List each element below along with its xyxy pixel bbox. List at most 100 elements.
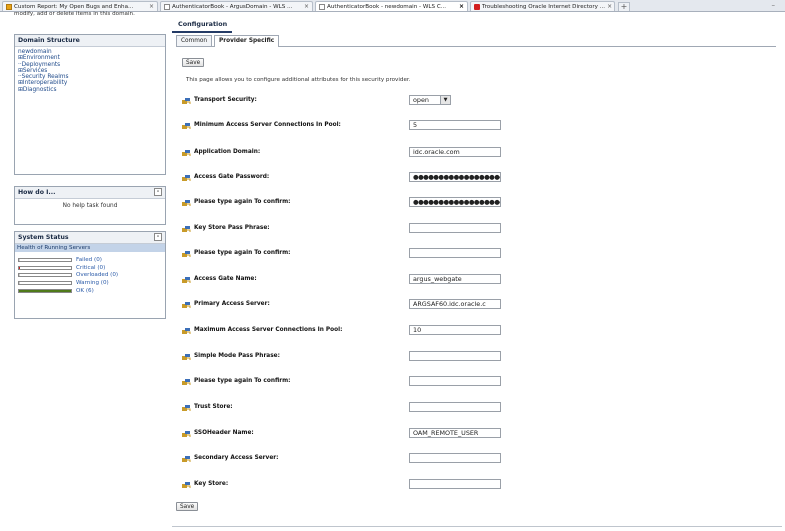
text-field[interactable] <box>409 402 501 412</box>
field-info-icon <box>182 123 191 129</box>
text-field[interactable]: 5 <box>409 120 501 130</box>
oracle-icon <box>474 3 480 10</box>
password-field[interactable]: ●●●●●●●●●●●●●●●●●● <box>409 197 501 207</box>
field-row: SSOHeader Name: OAM_REMOTE_USER <box>182 428 782 439</box>
save-button-bottom[interactable]: Save <box>176 502 199 511</box>
help-task-text: No help task found <box>62 203 118 209</box>
field-info-icon <box>182 175 191 181</box>
text-field[interactable] <box>409 376 501 386</box>
field-row: Transport Security: open ▼ <box>182 95 782 106</box>
field-info-icon <box>182 379 191 385</box>
text-field[interactable] <box>409 223 501 233</box>
select-value: open <box>413 96 429 104</box>
health-of-running-servers: Health of Running Servers <box>15 244 165 252</box>
browser-tab-troubleshooting[interactable]: Troubleshooting Oracle Internet Director… <box>470 1 615 11</box>
chevron-down-icon[interactable]: ▼ <box>440 96 450 104</box>
field-label: Transport Security: <box>194 97 257 103</box>
domain-structure-title: Domain Structure <box>15 35 165 47</box>
field-info-icon <box>182 200 191 206</box>
text-field[interactable]: argus_webgate <box>409 274 501 284</box>
browser-tab-label: Custom Report: My Open Bugs and Enha... <box>14 3 134 10</box>
browser-tab-argusdomain[interactable]: AuthenticatorBook - ArgusDomain - WLS ..… <box>160 1 313 11</box>
tab-common[interactable]: Common <box>176 35 213 46</box>
status-label[interactable]: Critical (0) <box>76 265 105 271</box>
page-icon <box>6 3 12 10</box>
how-do-i-title-text: How do I... <box>18 189 56 196</box>
close-tab-icon[interactable]: × <box>304 3 309 10</box>
status-bar-fill <box>19 282 20 285</box>
field-info-icon <box>182 456 191 462</box>
collapse-icon[interactable]: - <box>154 188 162 196</box>
save-button-top[interactable]: Save <box>182 58 205 67</box>
status-bar-fill <box>19 290 71 293</box>
field-label: Key Store Pass Phrase: <box>194 225 270 231</box>
status-label[interactable]: OK (6) <box>76 288 94 294</box>
status-bar-fill <box>19 266 20 269</box>
field-info-icon <box>182 431 191 437</box>
field-info-icon <box>182 328 191 334</box>
domain-tree: newdomain ⊞Environment ··Deployments ⊞Se… <box>15 47 165 95</box>
field-label: Access Gate Password: <box>194 174 270 180</box>
provider-tabs: Common Provider Specific <box>176 34 776 47</box>
text-field[interactable] <box>409 248 501 258</box>
status-bar <box>18 289 72 294</box>
status-label[interactable]: Overloaded (0) <box>76 272 118 278</box>
field-label: Access Gate Name: <box>194 276 257 282</box>
status-bar <box>18 265 72 270</box>
collapse-icon[interactable]: - <box>154 233 162 241</box>
text-field[interactable] <box>409 351 501 361</box>
field-info-icon <box>182 354 191 360</box>
tab-provider-specific[interactable]: Provider Specific <box>214 35 280 47</box>
domain-structure-panel: Domain Structure newdomain ⊞Environment … <box>14 34 166 175</box>
system-status-panel: System Status - Health of Running Server… <box>14 231 166 319</box>
close-tab-icon[interactable]: × <box>149 3 154 10</box>
field-info-icon <box>182 405 191 411</box>
browser-tab-custom-report[interactable]: Custom Report: My Open Bugs and Enha... … <box>2 1 158 11</box>
text-field[interactable] <box>409 453 501 463</box>
page-icon <box>319 3 325 10</box>
title-underline <box>172 31 232 33</box>
field-label: Primary Access Server: <box>194 301 270 307</box>
field-row: Please type again To confirm: <box>182 248 782 259</box>
field-info-icon <box>182 277 191 283</box>
status-bar <box>18 281 72 286</box>
browser-tab-newdomain[interactable]: AuthenticatorBook - newdomain - WLS C...… <box>315 1 468 11</box>
field-row: Minimum Access Server Connections In Poo… <box>182 120 782 131</box>
status-list: Failed (0) Critical (0) Overloaded (0) Warn… <box>15 252 165 295</box>
field-label: Please type again To confirm: <box>194 199 291 205</box>
field-label: Please type again To confirm: <box>194 250 291 256</box>
text-field[interactable]: OAM_REMOTE_USER <box>409 428 501 438</box>
field-info-icon <box>182 226 191 232</box>
minimize-icon[interactable]: – <box>772 1 776 9</box>
browser-tab-label: AuthenticatorBook - newdomain - WLS C... <box>327 3 447 10</box>
tree-node-diagnostics[interactable]: ⊞Diagnostics <box>18 87 162 93</box>
status-row: Failed (0) <box>15 256 165 264</box>
status-label[interactable]: Failed (0) <box>76 257 102 263</box>
text-field[interactable] <box>409 479 501 489</box>
status-label[interactable]: Warning (0) <box>76 280 109 286</box>
status-bar-fill <box>19 274 20 277</box>
system-status-title-text: System Status <box>18 234 69 241</box>
field-row: Access Gate Password: ●●●●●●●●●●●●●●●●●● <box>182 172 782 183</box>
field-info-icon <box>182 302 191 308</box>
text-field[interactable]: ARGSAF60.idc.oracle.c <box>409 299 501 309</box>
password-field[interactable]: ●●●●●●●●●●●●●●●●●● <box>409 172 501 182</box>
close-tab-icon[interactable]: × <box>459 3 464 10</box>
divider <box>172 526 782 527</box>
status-row: Warning (0) <box>15 279 165 287</box>
system-status-title: System Status - <box>15 232 165 244</box>
browser-tab-label: AuthenticatorBook - ArgusDomain - WLS ..… <box>172 3 293 10</box>
transport-security-select[interactable]: open ▼ <box>409 95 451 105</box>
close-tab-icon[interactable]: × <box>607 3 612 10</box>
status-bar-fill <box>19 258 20 261</box>
field-row: Please type again To confirm: <box>182 376 782 387</box>
text-field[interactable]: idc.oracle.com <box>409 147 501 157</box>
field-info-icon <box>182 251 191 257</box>
text-field[interactable]: 10 <box>409 325 501 335</box>
status-bar <box>18 257 72 262</box>
page-title: Configuration <box>178 20 228 28</box>
page-description: This page allows you to configure additi… <box>186 77 411 83</box>
new-tab-button[interactable]: + <box>618 2 630 11</box>
field-info-icon <box>182 150 191 156</box>
field-row: Application Domain: idc.oracle.com <box>182 147 782 158</box>
